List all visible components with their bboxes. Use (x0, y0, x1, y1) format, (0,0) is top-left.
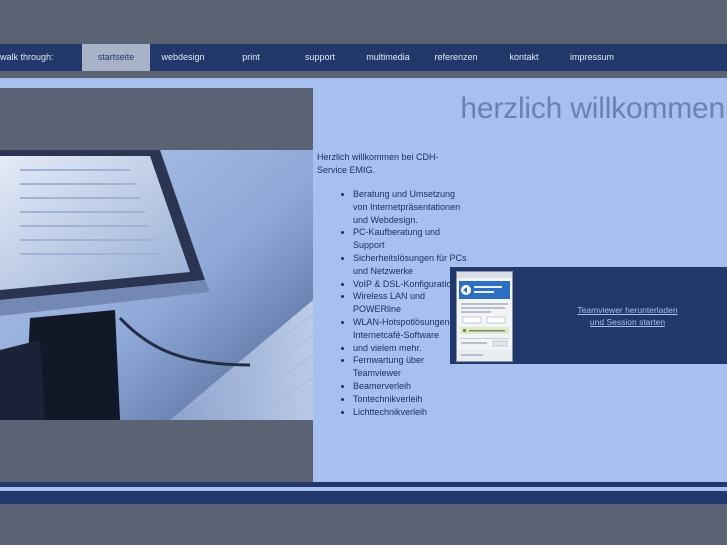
main-content: herzlich willkommen Herzlich willkommen … (313, 88, 727, 482)
teamviewer-link-line1: Teamviewer herunterladen (577, 305, 678, 315)
nav-startseite[interactable]: startseite (82, 44, 150, 71)
intro-text: Herzlich willkommen bei CDH-Service EMIG… (317, 152, 439, 175)
top-navigation: walk through: startseite webdesign print… (0, 44, 727, 71)
teamviewer-screenshot[interactable] (456, 271, 513, 362)
walk-through-label: walk through: (0, 52, 54, 62)
nav-kontakt[interactable]: kontakt (492, 44, 556, 71)
footer-bar (0, 491, 727, 504)
header-stripe (0, 78, 727, 88)
nav-multimedia[interactable]: multimedia (356, 44, 420, 71)
nav-print[interactable]: print (218, 44, 284, 71)
nav-support[interactable]: support (287, 44, 353, 71)
monitor-photo (0, 150, 313, 420)
left-panel-bottom (0, 420, 313, 482)
nav-impressum[interactable]: impressum (559, 44, 625, 71)
teamviewer-link-line2: und Session starten (589, 317, 666, 327)
list-item: Lichttechnikverleih (353, 406, 469, 419)
list-item: PC-Kaufberatung und Support (353, 226, 469, 252)
left-panel-top (0, 88, 313, 150)
list-item: Beratung und Umsetzung von Internetpräse… (353, 188, 469, 226)
page-title: herzlich willkommen (460, 92, 725, 125)
nav-webdesign[interactable]: webdesign (150, 44, 216, 71)
teamviewer-download-link[interactable]: Teamviewer herunterladen und Session sta… (560, 304, 695, 328)
nav-referenzen[interactable]: referenzen (423, 44, 489, 71)
teamviewer-box: Teamviewer herunterladen und Session sta… (450, 267, 727, 364)
list-item: Beamerverleih (353, 380, 469, 393)
list-item: Tontechnikverleih (353, 393, 469, 406)
